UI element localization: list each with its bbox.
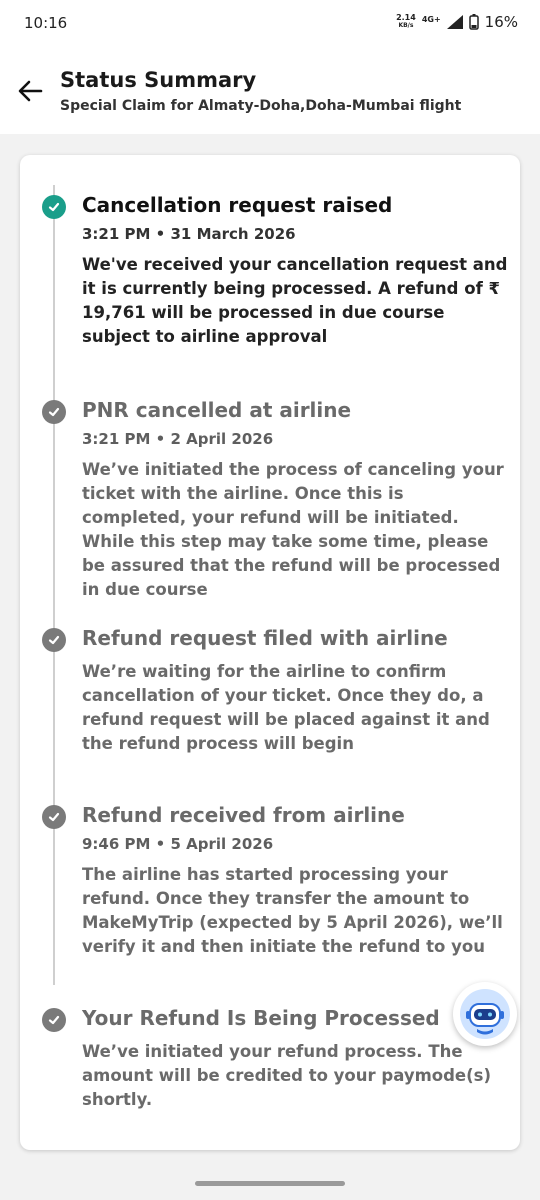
check-pending-icon — [42, 1008, 66, 1032]
status-time: 10:16 — [24, 14, 68, 32]
page-title: Status Summary — [60, 68, 257, 92]
status-indicators: 2.14 KB/s 4G+ 16% — [396, 13, 518, 31]
chatbot-icon — [460, 989, 510, 1039]
back-button[interactable] — [16, 76, 46, 106]
step-description: We've received your cancellation request… — [82, 255, 508, 346]
check-done-icon — [42, 195, 66, 219]
timeline-line — [53, 185, 55, 985]
check-pending-icon — [42, 400, 66, 424]
home-indicator — [195, 1181, 345, 1186]
status-bar: 10:16 2.14 KB/s 4G+ 16% — [0, 0, 540, 48]
step-title: Cancellation request raised — [82, 193, 393, 217]
step-description: We’re waiting for the airline to confirm… — [82, 662, 490, 753]
back-arrow-icon — [18, 80, 43, 102]
step-description: The airline has started processing your … — [82, 865, 503, 956]
chat-assistant-button[interactable] — [453, 982, 517, 1046]
step-title: Your Refund Is Being Processed — [82, 1006, 440, 1030]
net-speed-unit: KB/s — [398, 22, 414, 29]
battery-percent: 16% — [484, 13, 518, 31]
step-description: We’ve initiated the process of canceling… — [82, 460, 504, 599]
step-title: Refund received from airline — [82, 803, 405, 827]
net-speed: 2.14 — [396, 13, 416, 22]
check-pending-icon — [42, 805, 66, 829]
check-pending-icon — [42, 628, 66, 652]
signal-icon — [446, 15, 463, 29]
step-title: Refund request filed with airline — [82, 626, 448, 650]
step-time: 3:21 PM • 2 April 2026 — [82, 430, 274, 448]
page-header: Status Summary Special Claim for Almaty-… — [0, 48, 540, 134]
battery-icon — [468, 14, 479, 30]
net-speed-indicator: 2.14 KB/s — [396, 14, 416, 30]
step-time: 9:46 PM • 5 April 2026 — [82, 835, 274, 853]
step-description: We’ve initiated your refund process. The… — [82, 1042, 492, 1109]
step-title: PNR cancelled at airline — [82, 398, 352, 422]
page-subtitle: Special Claim for Almaty-Doha,Doha-Mumba… — [60, 98, 462, 114]
network-type: 4G+ — [421, 14, 441, 24]
step-time: 3:21 PM • 31 March 2026 — [82, 225, 296, 243]
status-timeline-card: Cancellation request raised 3:21 PM • 31… — [20, 155, 520, 1150]
